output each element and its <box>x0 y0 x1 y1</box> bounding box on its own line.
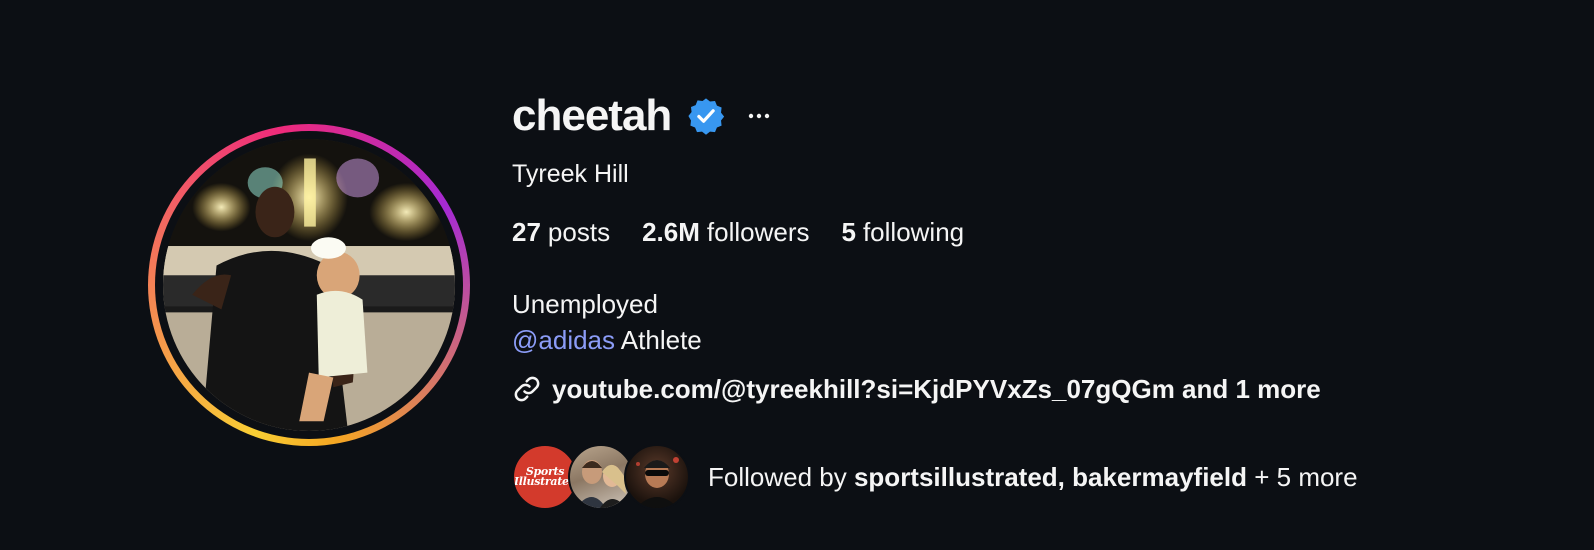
followed-by[interactable]: Sports Illustrated Followed by sportsill… <box>512 444 1572 510</box>
profile-info: cheetah Tyreek Hill 27 posts 2.6M follower… <box>512 88 1572 510</box>
following-label: following <box>862 217 965 247</box>
posts-label: posts <box>547 217 611 247</box>
username: cheetah <box>512 91 672 140</box>
bio-line-2-text: Athlete <box>615 325 702 355</box>
following-value: 5 <box>841 217 856 247</box>
profile-avatar[interactable] <box>163 139 455 431</box>
avatar-gap <box>155 131 463 439</box>
followed-by-avatars: Sports Illustrated <box>512 444 690 510</box>
posts-count[interactable]: 27 posts <box>512 216 610 248</box>
sports-illustrated-logo: Sports Illustrated <box>513 465 577 488</box>
bio-mention-link[interactable]: @adidas <box>512 325 615 355</box>
link-icon <box>512 374 542 404</box>
more-options-icon[interactable] <box>747 104 771 128</box>
followed-by-text: Followed by sportsillustrated, bakermayf… <box>708 460 1358 494</box>
avatar-photo-illustration <box>163 139 455 431</box>
followers-label: followers <box>706 217 810 247</box>
posts-value: 27 <box>512 217 541 247</box>
follower-avatar-3 <box>624 444 690 510</box>
username-row: cheetah <box>512 88 1572 144</box>
bio: Unemployed @adidas Athlete <box>512 286 1572 358</box>
verified-badge-icon <box>687 97 725 135</box>
external-link-text: youtube.com/@tyreekhill?si=KjdPYVxZs_07g… <box>552 374 1321 404</box>
followed-by-names: sportsillustrated, bakermayfield <box>853 462 1247 492</box>
followed-by-suffix: + 5 more <box>1247 462 1358 492</box>
followers-count[interactable]: 2.6M followers <box>642 216 809 248</box>
story-ring[interactable] <box>148 124 470 446</box>
following-count[interactable]: 5 following <box>841 216 964 248</box>
bio-line-1: Unemployed <box>512 289 658 319</box>
followers-value: 2.6M <box>642 217 700 247</box>
full-name: Tyreek Hill <box>512 160 629 188</box>
external-link[interactable]: youtube.com/@tyreekhill?si=KjdPYVxZs_07g… <box>512 372 1572 406</box>
followed-by-prefix: Followed by <box>708 462 854 492</box>
bio-line-2: @adidas Athlete <box>512 322 1572 358</box>
profile-stats: 27 posts 2.6M followers 5 following <box>512 216 1572 248</box>
